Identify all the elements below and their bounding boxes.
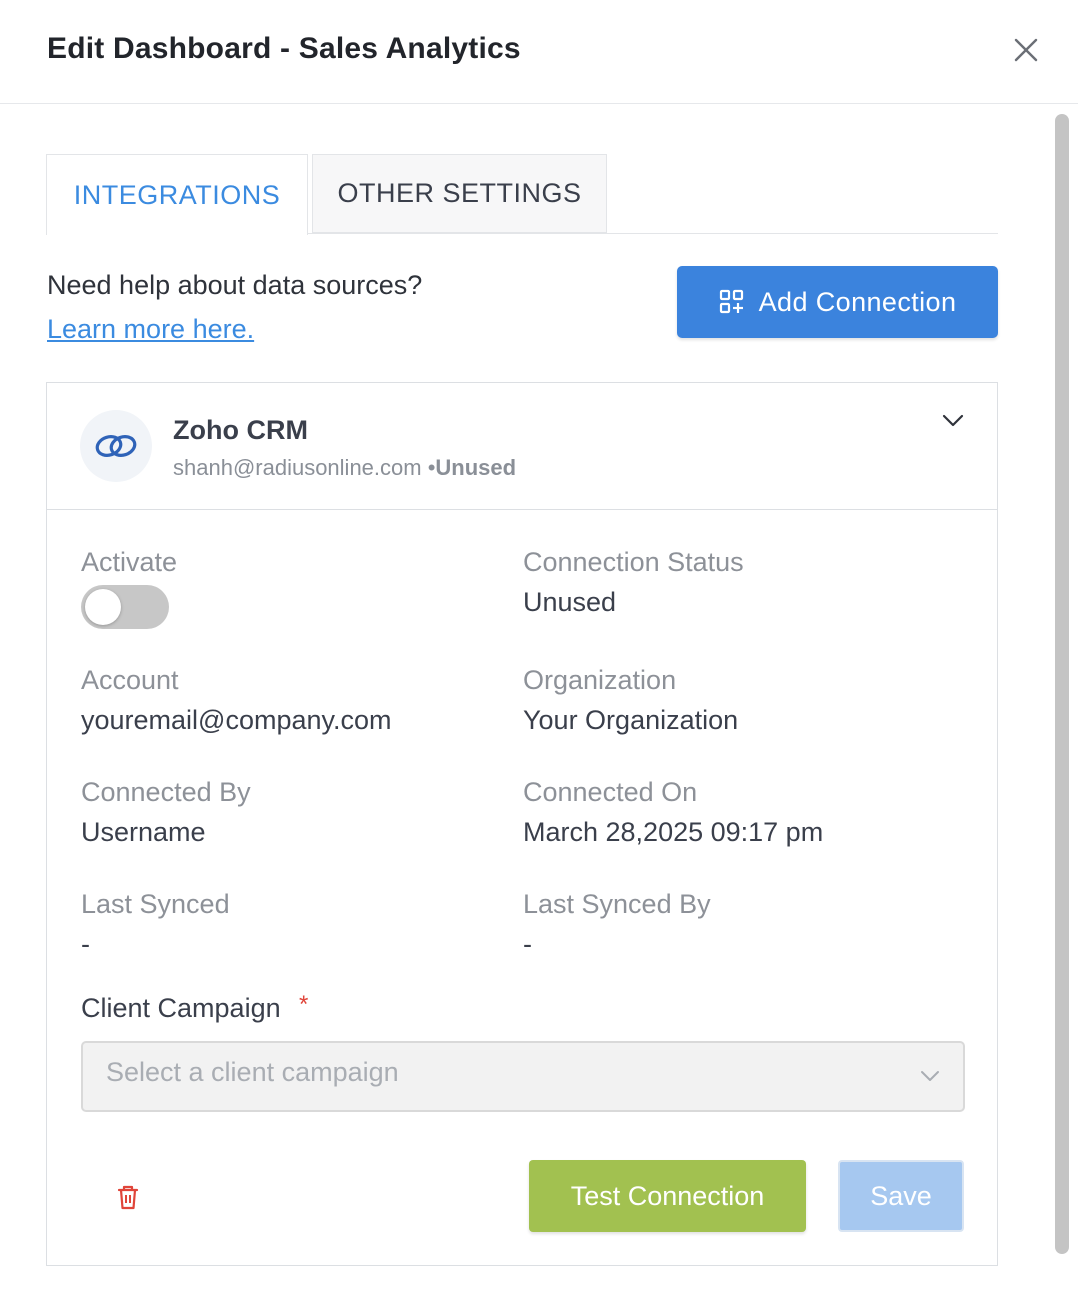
integration-avatar — [80, 410, 152, 482]
chevron-down-icon — [921, 1071, 939, 1081]
client-campaign-select[interactable]: Select a client campaign — [81, 1041, 965, 1112]
tab-other-settings[interactable]: OTHER SETTINGS — [312, 154, 607, 233]
connection-card: Zoho CRM shanh@radiusonline.com •Unused … — [46, 382, 998, 1266]
connected-by-label: Connected By — [81, 777, 251, 807]
activate-label: Activate — [81, 547, 178, 577]
add-connection-button[interactable]: Add Connection — [677, 266, 998, 338]
last-synced-label: Last Synced — [81, 889, 230, 919]
organization-label: Organization — [523, 665, 677, 695]
toggle-knob — [85, 589, 121, 625]
tab-integrations[interactable]: INTEGRATIONS — [46, 154, 308, 235]
learn-more-link[interactable]: Learn more here. — [47, 314, 254, 345]
link-rings-icon — [95, 435, 137, 457]
connection-status-value: Unused — [523, 587, 617, 617]
chevron-down-icon — [942, 414, 964, 427]
connection-card-header[interactable]: Zoho CRM shanh@radiusonline.com •Unused — [47, 383, 997, 510]
help-text: Need help about data sources? — [47, 270, 423, 300]
trash-icon — [117, 1185, 139, 1210]
client-campaign-placeholder: Select a client campaign — [106, 1057, 399, 1087]
connected-by-value: Username — [81, 817, 206, 847]
client-campaign-label: Client Campaign — [81, 993, 281, 1023]
add-grid-icon — [719, 289, 743, 314]
expand-toggle[interactable] — [939, 409, 967, 433]
last-synced-value: - — [81, 929, 90, 959]
connection-subtitle: shanh@radiusonline.com •Unused — [173, 455, 516, 481]
close-button[interactable] — [1010, 34, 1042, 66]
test-connection-button[interactable]: Test Connection — [529, 1160, 806, 1232]
organization-value: Your Organization — [523, 705, 739, 735]
edit-dashboard-modal: Edit Dashboard - Sales Analytics INTEGRA… — [0, 0, 1078, 1314]
account-label: Account — [81, 665, 179, 695]
connection-email: shanh@radiusonline.com — [173, 455, 422, 480]
modal-title: Edit Dashboard - Sales Analytics — [47, 32, 521, 65]
add-connection-label: Add Connection — [758, 286, 957, 317]
last-synced-by-label: Last Synced By — [523, 889, 711, 919]
connected-on-value: March 28,2025 09:17 pm — [523, 817, 824, 847]
scrollbar-thumb[interactable] — [1055, 114, 1069, 1254]
save-button[interactable]: Save — [838, 1160, 964, 1232]
delete-connection-button[interactable] — [115, 1183, 141, 1211]
required-marker: * — [299, 991, 309, 1018]
connection-status-label: Connection Status — [523, 547, 744, 577]
connection-status-badge: Unused — [435, 455, 517, 480]
tab-bar: INTEGRATIONS OTHER SETTINGS — [46, 154, 998, 235]
connection-name: Zoho CRM — [173, 415, 308, 445]
subtitle-separator: • — [421, 455, 436, 480]
modal-header: Edit Dashboard - Sales Analytics — [0, 0, 1078, 104]
close-icon — [1014, 38, 1038, 62]
connected-on-label: Connected On — [523, 777, 698, 807]
last-synced-by-value: - — [523, 929, 532, 959]
account-value: youremail@company.com — [81, 705, 392, 735]
activate-toggle[interactable] — [81, 585, 169, 629]
